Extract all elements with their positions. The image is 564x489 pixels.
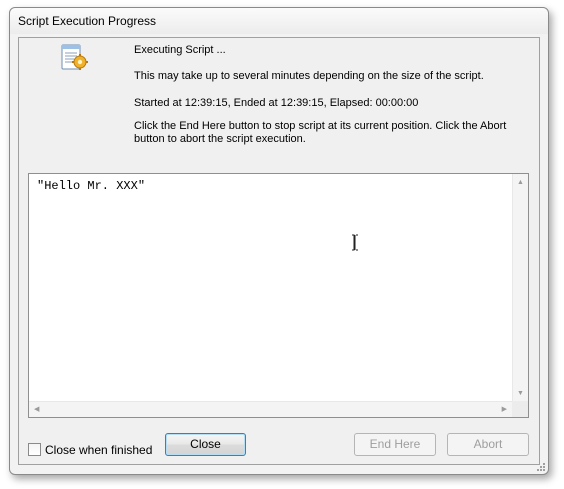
timing-line: Started at 12:39:15, Ended at 12:39:15, … [134,97,419,109]
resize-grip-icon[interactable] [535,461,545,471]
output-text: "Hello Mr. XXX" [37,179,146,193]
scroll-down-arrow-icon[interactable]: ▼ [517,390,524,398]
title-bar[interactable]: Script Execution Progress [10,8,548,34]
vertical-scrollbar[interactable]: ▲ ▼ [512,174,528,402]
script-output-area[interactable]: "Hello Mr. XXX" ▲ ▼ ◀ ▶ [28,173,529,418]
window-title: Script Execution Progress [18,14,157,28]
scroll-right-arrow-icon[interactable]: ▶ [502,406,507,414]
horizontal-scrollbar[interactable]: ◀ ▶ [29,401,512,417]
instructions-text: Click the End Here button to stop script… [134,120,507,145]
close-when-finished-checkbox[interactable] [28,443,41,456]
abort-button[interactable]: Abort [447,433,529,456]
duration-note: This may take up to several minutes depe… [134,70,484,82]
status-line: Executing Script ... [134,44,226,56]
end-here-button[interactable]: End Here [354,433,436,456]
script-gear-icon [61,44,88,70]
scroll-up-arrow-icon[interactable]: ▲ [517,179,524,187]
close-when-finished-label[interactable]: Close when finished [45,443,152,457]
close-button[interactable]: Close [165,433,246,456]
scrollbar-corner [512,401,528,417]
text-cursor-icon [352,234,358,251]
scroll-left-arrow-icon[interactable]: ◀ [34,406,39,414]
